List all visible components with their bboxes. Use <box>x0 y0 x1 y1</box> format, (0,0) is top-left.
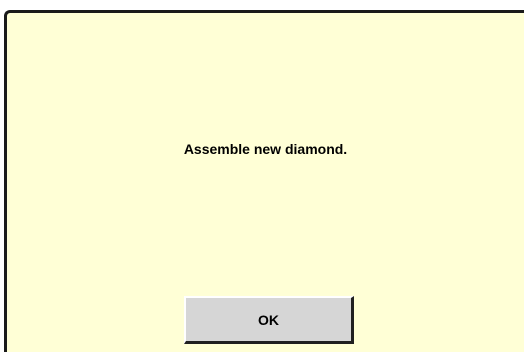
dialog-message: Assemble new diamond. <box>183 141 348 157</box>
message-dialog: Assemble new diamond. OK <box>4 10 524 352</box>
ok-button[interactable]: OK <box>184 296 354 344</box>
